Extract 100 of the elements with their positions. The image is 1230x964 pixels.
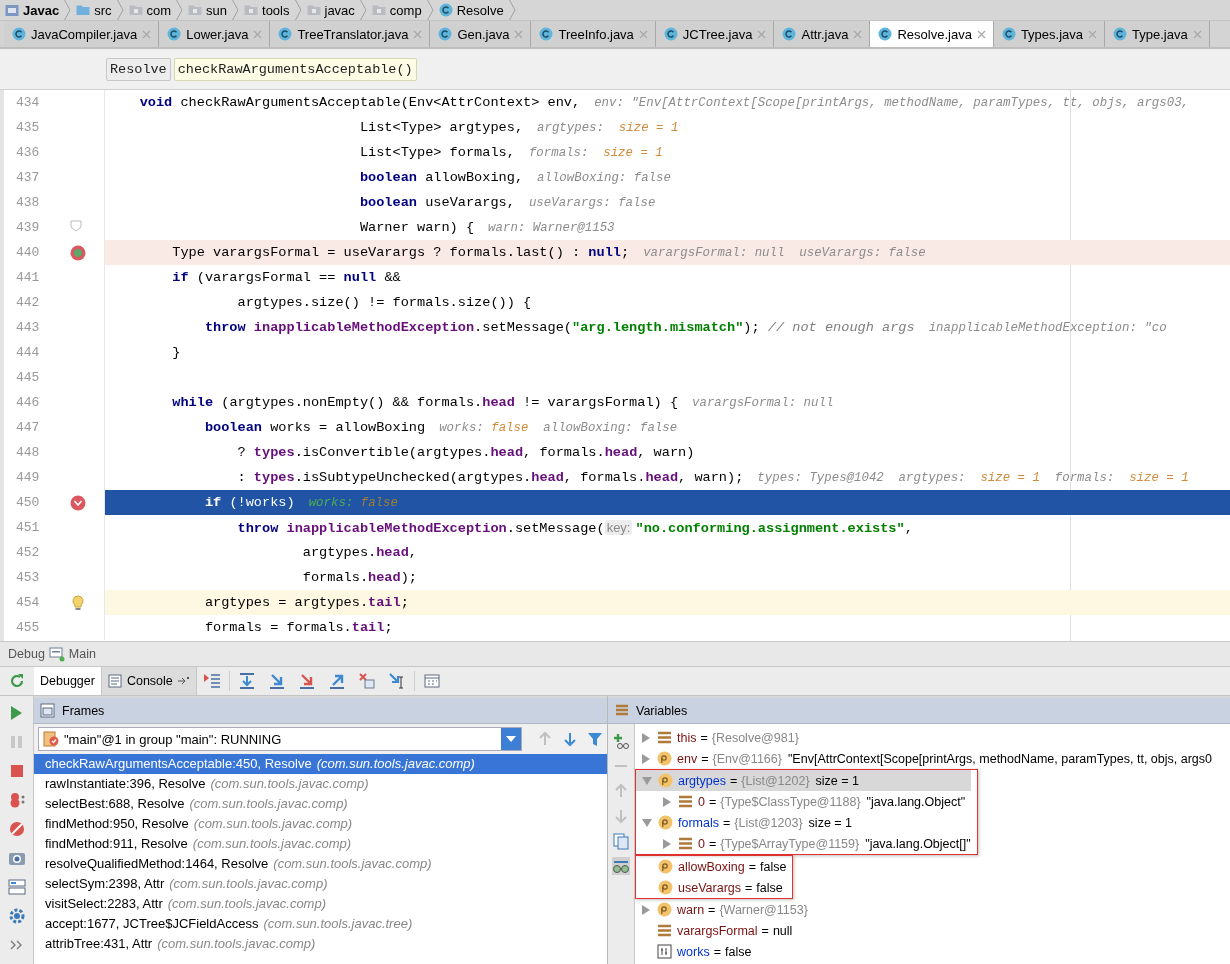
stack-frame[interactable]: rawInstantiate:396, Resolve (com.sun.tools.javac.comp) xyxy=(34,774,607,794)
pin-icon[interactable] xyxy=(177,676,190,686)
debugger-tab[interactable]: Console xyxy=(101,667,197,695)
collapse-arrow-icon[interactable] xyxy=(642,775,652,786)
variable-row[interactable]: this = {Resolve@981} xyxy=(635,727,1230,748)
filter-icon[interactable] xyxy=(587,731,603,747)
breadcrumb-item[interactable]: tools xyxy=(239,0,295,20)
stack-frame[interactable]: resolveQualifiedMethod:1464, Resolve (com.sun.tools.javac.comp) xyxy=(34,854,607,874)
close-icon[interactable] xyxy=(638,29,648,39)
file-tab[interactable]: TreeInfo.java xyxy=(531,21,656,47)
structure-crumb[interactable]: Resolve xyxy=(106,57,171,81)
field-icon xyxy=(657,730,672,745)
stack-frame[interactable]: attribTree:431, Attr (com.sun.tools.javac.comp) xyxy=(34,934,607,954)
step-into-icon[interactable] xyxy=(267,672,286,690)
lightbulb-icon[interactable] xyxy=(70,594,86,611)
evaluate-expression-icon[interactable] xyxy=(422,672,441,690)
variable-row[interactable]: formals = {List@1203} size = 1 xyxy=(636,812,971,833)
rerun-icon[interactable] xyxy=(8,672,26,690)
run-to-cursor-icon[interactable] xyxy=(387,672,406,690)
line-number: 434 xyxy=(16,95,41,110)
close-icon[interactable] xyxy=(413,29,423,39)
expand-arrow-icon[interactable] xyxy=(641,753,651,764)
breakpoint-icon[interactable] xyxy=(70,244,86,261)
line-number: 439 xyxy=(16,220,41,235)
breadcrumb-item[interactable]: Resolve xyxy=(433,0,509,20)
close-icon[interactable] xyxy=(757,29,767,39)
breadcrumb-item[interactable]: com xyxy=(123,0,177,20)
drop-frame-icon[interactable] xyxy=(357,672,376,690)
stack-frame[interactable]: selectBest:688, Resolve (com.sun.tools.javac.comp) xyxy=(34,794,607,814)
expand-arrow-icon[interactable] xyxy=(641,732,651,743)
close-icon[interactable] xyxy=(976,29,986,39)
class-icon xyxy=(438,3,453,17)
variable-row[interactable]: varargsFormal = null xyxy=(635,920,1230,941)
inline-value-hint: env: "Env[AttrContext[Scope[printArgs, methodName, paramTypes, tt, objs, args03, xyxy=(594,95,1189,110)
close-icon[interactable] xyxy=(142,29,152,39)
file-tab[interactable]: TreeTranslator.java xyxy=(270,21,431,47)
frames-icon xyxy=(40,702,56,719)
copy-icon[interactable] xyxy=(612,832,630,850)
force-step-into-icon[interactable] xyxy=(297,672,316,690)
variable-row[interactable]: useVarargs = false xyxy=(636,877,787,898)
file-tab[interactable]: JCTree.java xyxy=(655,21,775,47)
stack-frame[interactable]: visitSelect:2283, Attr (com.sun.tools.javac.comp) xyxy=(34,894,607,914)
variable-row[interactable]: warn = {Warner@1153} xyxy=(635,899,1230,920)
breadcrumb-item[interactable]: javac xyxy=(301,0,360,20)
tool-window-title: Debug xyxy=(8,647,45,661)
close-icon[interactable] xyxy=(853,29,863,39)
line-number: 446 xyxy=(16,395,41,410)
expand-arrow-icon[interactable] xyxy=(662,796,672,807)
file-tab[interactable]: Type.java xyxy=(1105,21,1210,47)
stack-frame[interactable]: findMethod:950, Resolve (com.sun.tools.javac.comp) xyxy=(34,814,607,834)
add-watch-icon[interactable] xyxy=(612,732,630,750)
breakpoint-check-icon[interactable] xyxy=(70,494,86,511)
close-icon[interactable] xyxy=(514,29,524,39)
variable-row[interactable]: argtypes = {List@1202} size = 1 xyxy=(636,770,971,791)
stack-frame[interactable]: selectSym:2398, Attr (com.sun.tools.javac.comp) xyxy=(34,874,607,894)
file-tab[interactable]: JavaCompiler.java xyxy=(4,21,160,47)
step-over-icon[interactable] xyxy=(237,672,256,690)
line-number: 443 xyxy=(16,320,41,335)
inline-value-hint: works: false allowBoxing: false xyxy=(439,420,678,435)
file-tab[interactable]: Lower.java xyxy=(159,21,271,47)
code-line: formals = formals.tail; xyxy=(203,620,393,635)
arrow-up-icon[interactable] xyxy=(537,731,553,747)
variable-row[interactable]: 0 = {Type$ArrayType@1159} "java.lang.Object[]" xyxy=(636,833,971,854)
run-configuration-label[interactable]: Main xyxy=(68,647,96,661)
close-icon[interactable] xyxy=(253,29,263,39)
layout-icon[interactable] xyxy=(7,878,26,896)
file-tab[interactable]: Attr.java xyxy=(774,21,871,47)
module-icon xyxy=(5,3,19,17)
expand-arrow-icon[interactable] xyxy=(641,904,651,915)
variable-row[interactable]: works = false xyxy=(635,941,1230,962)
file-tab[interactable]: Types.java xyxy=(993,21,1106,47)
variable-row[interactable]: allowBoxing = false xyxy=(636,856,787,877)
watches-toggle-icon[interactable] xyxy=(612,857,630,875)
close-icon[interactable] xyxy=(1088,29,1098,39)
variable-row[interactable]: 0 = {Type$ClassType@1188} "java.lang.Object" xyxy=(636,791,971,812)
breadcrumb-item[interactable]: sun xyxy=(183,0,233,20)
breadcrumb-item[interactable]: src xyxy=(71,0,117,20)
arrow-down-icon[interactable] xyxy=(562,731,578,747)
thread-dropdown[interactable]: "main"@1 in group "main": RUNNING xyxy=(38,727,522,751)
stack-frame[interactable]: accept:1677, JCTree$JCFieldAccess (com.sun.tools.javac.tree) xyxy=(34,914,607,934)
structure-crumb[interactable]: checkRawArgumentsAcceptable() xyxy=(173,57,417,81)
move-down-icon[interactable] xyxy=(612,807,630,825)
step-out-icon[interactable] xyxy=(327,672,346,690)
settings-icon[interactable] xyxy=(7,907,26,925)
variable-row[interactable]: env = {Env@1166} "Env[AttrContext[Scope[printArgs, methodName, paramTypes, tt, objs, args0 xyxy=(635,748,1230,769)
mute-breakpoints-icon[interactable] xyxy=(7,820,26,838)
file-tab[interactable]: Resolve.java xyxy=(870,21,994,47)
parameter-icon xyxy=(657,751,672,766)
show-execution-point-icon[interactable] xyxy=(202,672,221,690)
breadcrumb-item[interactable]: Javac xyxy=(0,0,65,20)
collapse-arrow-icon[interactable] xyxy=(642,817,652,828)
line-number: 437 xyxy=(16,170,41,185)
debugger-tab[interactable]: Debugger xyxy=(34,667,102,695)
expand-arrow-icon[interactable] xyxy=(662,838,672,849)
close-icon[interactable] xyxy=(1192,29,1202,39)
file-tab[interactable]: Gen.java xyxy=(430,21,532,47)
breadcrumb-item[interactable]: comp xyxy=(366,0,427,20)
stack-frame[interactable]: findMethod:911, Resolve (com.sun.tools.javac.comp) xyxy=(34,834,607,854)
stack-frame[interactable]: checkRawArgumentsAcceptable:450, Resolve (com.sun.tools.javac.comp) xyxy=(34,754,607,774)
code-line: throw inapplicableMethodException.setMessage("arg.length.mismatch"); // not enough args xyxy=(203,320,915,335)
